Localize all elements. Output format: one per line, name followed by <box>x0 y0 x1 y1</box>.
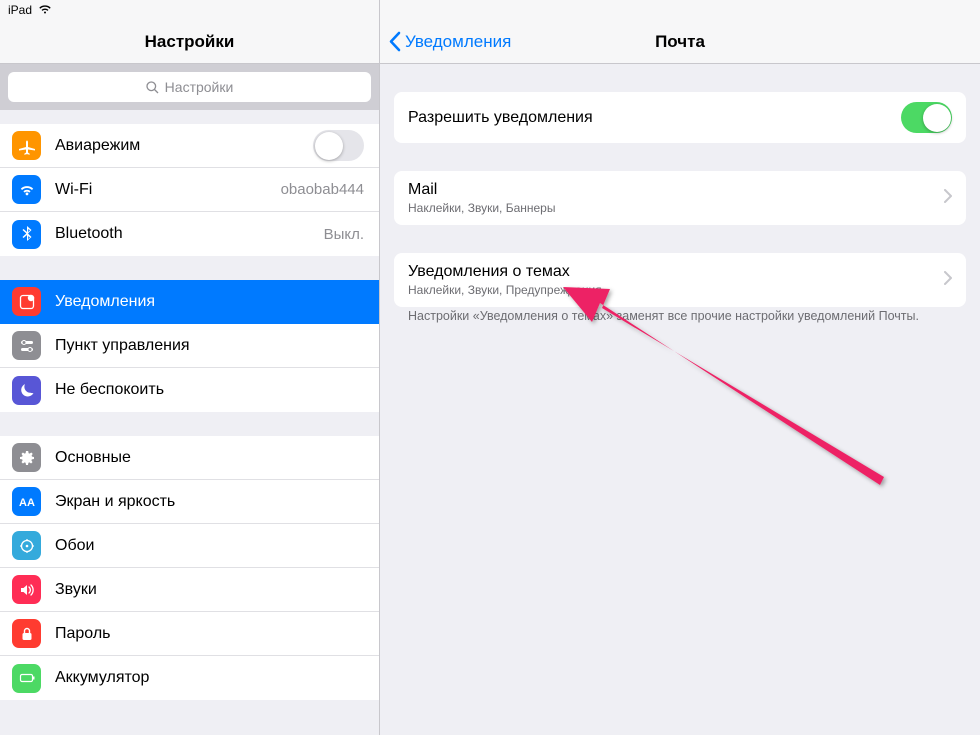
cell-subtitle: Наклейки, Звуки, Предупреждения <box>408 283 934 297</box>
search-input[interactable]: Настройки <box>8 72 371 102</box>
chevron-right-icon <box>944 271 952 290</box>
sidebar-item-airplane[interactable]: Авиарежим <box>0 124 379 168</box>
gear-icon <box>12 443 41 472</box>
chevron-left-icon <box>388 31 401 52</box>
sidebar-title: Настройки <box>145 32 235 52</box>
sidebar-item-bluetooth[interactable]: Bluetooth Выкл. <box>0 212 379 256</box>
search-icon <box>146 81 159 94</box>
sidebar-item-label: Обои <box>55 537 364 555</box>
thread-notifications-cell[interactable]: Уведомления о темах Наклейки, Звуки, Пре… <box>394 253 966 307</box>
detail-header: Уведомления Почта <box>380 0 980 64</box>
sidebar-item-label: Аккумулятор <box>55 669 364 687</box>
bluetooth-icon <box>12 220 41 249</box>
sidebar-item-label: Bluetooth <box>55 225 310 243</box>
airplane-toggle[interactable] <box>313 130 364 161</box>
cell-title: Mail <box>408 181 934 199</box>
sidebar-item-label: Wi-Fi <box>55 181 267 199</box>
footer-note: Настройки «Уведомления о темах» заменят … <box>394 309 966 323</box>
thread-notifications-group: Уведомления о темах Наклейки, Звуки, Пре… <box>394 253 966 307</box>
allow-label: Разрешить уведомления <box>408 109 891 127</box>
search-container: Настройки <box>0 64 379 110</box>
wifi-status-icon <box>38 3 52 17</box>
detail-title: Почта <box>655 32 705 52</box>
sidebar-item-passcode[interactable]: Пароль <box>0 612 379 656</box>
sidebar-item-wallpaper[interactable]: Обои <box>0 524 379 568</box>
mail-account-cell[interactable]: Mail Наклейки, Звуки, Баннеры <box>394 171 966 225</box>
allow-notifications-toggle[interactable] <box>901 102 952 133</box>
sidebar-item-label: Пункт управления <box>55 337 364 355</box>
bluetooth-value: Выкл. <box>324 226 364 243</box>
controlcenter-icon <box>12 331 41 360</box>
mail-account-group: Mail Наклейки, Звуки, Баннеры <box>394 171 966 225</box>
display-icon: AA <box>12 487 41 516</box>
back-label: Уведомления <box>405 32 511 52</box>
allow-notifications-group: Разрешить уведомления <box>394 92 966 143</box>
cell-subtitle: Наклейки, Звуки, Баннеры <box>408 201 934 215</box>
sidebar-group-general: Основные AA Экран и яркость Обои Звуки <box>0 436 379 700</box>
sidebar-item-notifications[interactable]: Уведомления <box>0 280 379 324</box>
search-placeholder: Настройки <box>165 79 234 95</box>
notifications-icon <box>12 287 41 316</box>
sidebar-item-label: Авиарежим <box>55 137 299 155</box>
detail-pane: Уведомления Почта Разрешить уведомления … <box>380 0 980 735</box>
sidebar-item-wifi[interactable]: Wi-Fi obaobab444 <box>0 168 379 212</box>
settings-sidebar: Настройки Настройки Авиарежим Wi-F <box>0 0 380 735</box>
sidebar-item-controlcenter[interactable]: Пункт управления <box>0 324 379 368</box>
sidebar-item-general[interactable]: Основные <box>0 436 379 480</box>
svg-text:AA: AA <box>19 497 35 509</box>
sidebar-item-label: Пароль <box>55 625 364 643</box>
sidebar-group-alerts: Уведомления Пункт управления Не беспокои… <box>0 280 379 412</box>
sidebar-item-dnd[interactable]: Не беспокоить <box>0 368 379 412</box>
sidebar-item-sounds[interactable]: Звуки <box>0 568 379 612</box>
battery-setting-icon <box>12 664 41 693</box>
airplane-icon <box>12 131 41 160</box>
back-button[interactable]: Уведомления <box>380 31 511 52</box>
sidebar-item-display[interactable]: AA Экран и яркость <box>0 480 379 524</box>
speaker-icon <box>12 575 41 604</box>
sidebar-item-label: Экран и яркость <box>55 493 364 511</box>
chevron-right-icon <box>944 189 952 208</box>
sidebar-item-label: Не беспокоить <box>55 381 364 399</box>
sidebar-group-network: Авиарежим Wi-Fi obaobab444 Bluetooth Вык… <box>0 124 379 256</box>
wifi-value: obaobab444 <box>281 181 364 198</box>
device-label: iPad <box>8 3 32 17</box>
allow-notifications-cell[interactable]: Разрешить уведомления <box>394 92 966 143</box>
cell-title: Уведомления о темах <box>408 263 934 281</box>
sidebar-item-label: Уведомления <box>55 293 364 311</box>
wallpaper-icon <box>12 531 41 560</box>
sidebar-item-battery[interactable]: Аккумулятор <box>0 656 379 700</box>
wifi-icon <box>12 175 41 204</box>
lock-icon <box>12 619 41 648</box>
sidebar-item-label: Звуки <box>55 581 364 599</box>
moon-icon <box>12 376 41 405</box>
sidebar-item-label: Основные <box>55 449 364 467</box>
